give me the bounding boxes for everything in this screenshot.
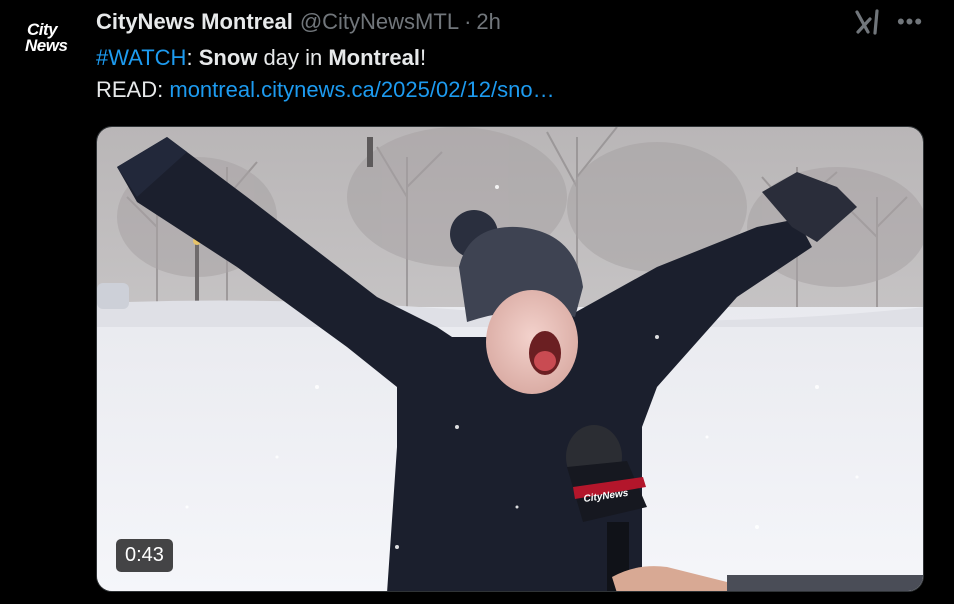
tweet-text-line1: #WATCH: Snow day in Montreal!: [96, 42, 555, 74]
more-options-icon[interactable]: •••: [896, 10, 924, 34]
text-day-in: day in: [263, 45, 323, 70]
tweet-text: #WATCH: Snow day in Montreal! READ: mont…: [96, 42, 555, 106]
display-name[interactable]: CityNews Montreal: [96, 9, 293, 35]
user-handle[interactable]: @CityNewsMTL: [300, 9, 459, 35]
article-link[interactable]: montreal.citynews.ca/2025/02/12/sno…: [169, 77, 554, 102]
tweet: City News CityNews Montreal @CityNewsMTL…: [0, 0, 954, 604]
video-player[interactable]: CityNews: [96, 126, 924, 592]
timestamp[interactable]: 2h: [476, 9, 500, 35]
read-label: READ:: [96, 77, 164, 102]
hashtag-link[interactable]: #WATCH: [96, 45, 186, 70]
text-exclaim: !: [420, 45, 427, 70]
avatar[interactable]: City News: [24, 18, 80, 74]
text-montreal: Montreal: [328, 45, 421, 70]
grok-icon[interactable]: [854, 8, 882, 36]
tweet-text-line2: READ: montreal.citynews.ca/2025/02/12/sn…: [96, 74, 555, 106]
text-colon: :: [186, 45, 193, 70]
separator-dot: ·: [464, 9, 472, 34]
video-duration-badge: 0:43: [116, 539, 173, 572]
avatar-logo-line2: News: [25, 36, 68, 55]
text-snow: Snow: [198, 45, 258, 70]
video-thumbnail: CityNews: [97, 127, 923, 591]
tweet-header: CityNews Montreal @CityNewsMTL · 2h: [96, 8, 501, 36]
